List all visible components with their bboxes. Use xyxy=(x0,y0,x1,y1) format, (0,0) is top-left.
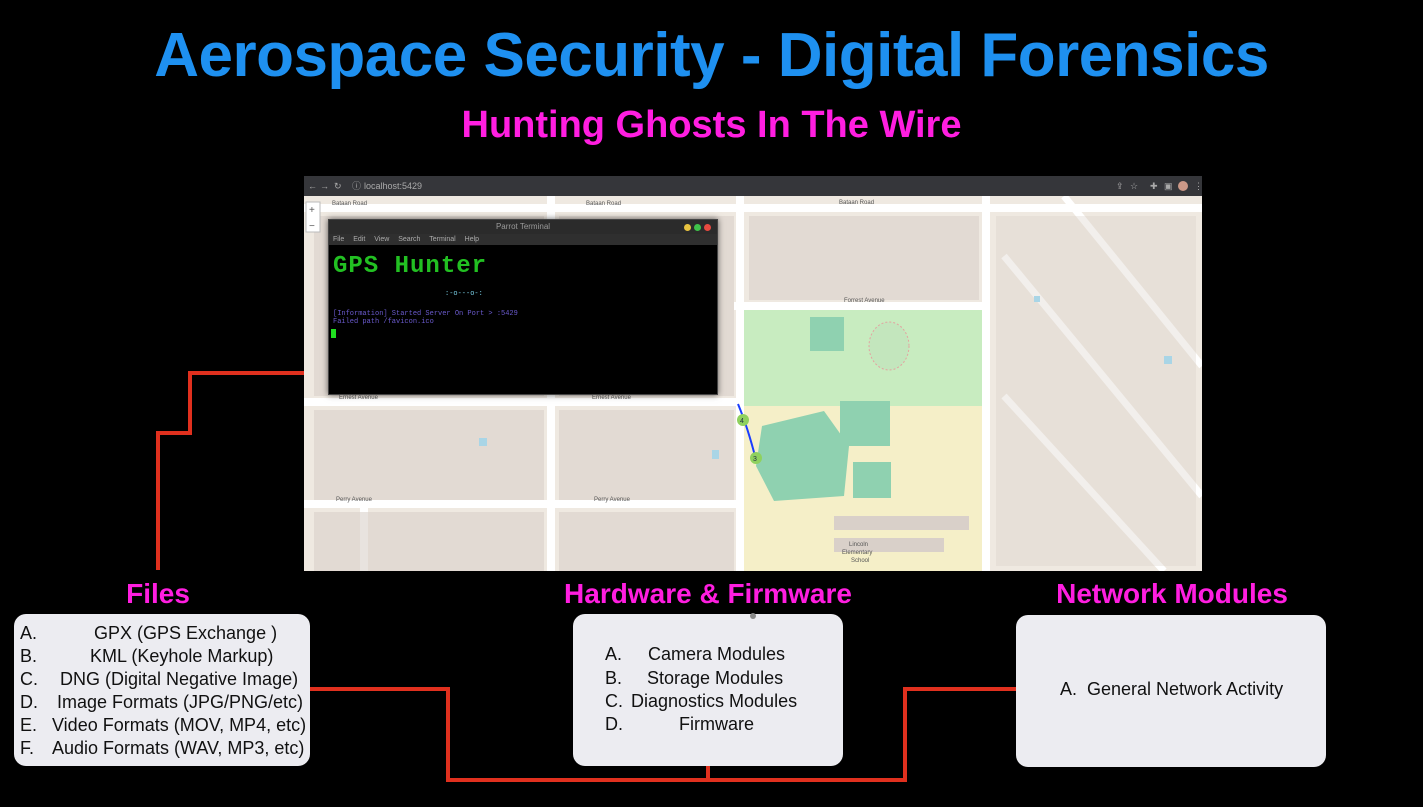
svg-text:Elementary: Elementary xyxy=(842,550,872,556)
network-box: A. General Network Activity xyxy=(1016,615,1326,767)
files-box: A. GPX (GPS Exchange ) B. KML (Keyhole Mar… xyxy=(14,614,310,766)
hardware-label: Hardware & Firmware xyxy=(564,578,852,609)
close-icon[interactable] xyxy=(704,224,711,231)
svg-text:Bataan Road: Bataan Road xyxy=(586,201,621,207)
svg-text:4: 4 xyxy=(740,418,744,425)
sidebar-icon[interactable]: ▣ xyxy=(1164,176,1173,196)
svg-text:Bataan Road: Bataan Road xyxy=(839,200,874,206)
svg-text:3: 3 xyxy=(753,456,757,463)
svg-text:Ernest Avenue: Ernest Avenue xyxy=(592,395,632,401)
forward-icon[interactable]: → xyxy=(320,176,329,196)
back-icon[interactable]: ← xyxy=(308,176,317,196)
terminal-menu: File Edit View Search Terminal Help xyxy=(329,234,717,245)
browser-toolbar: ← → ↻ ⓘ localhost:5429 ⇪ ☆ ✚ ▣ ⋮ xyxy=(304,176,1202,196)
minimize-icon[interactable] xyxy=(684,224,691,231)
svg-text:School: School xyxy=(851,558,869,564)
bookmark-star-icon[interactable]: ☆ xyxy=(1130,176,1138,196)
terminal-output[interactable]: GPS Hunter :-o---o-: [Information] Start… xyxy=(329,245,717,393)
network-label: Network Modules xyxy=(1056,578,1288,609)
terminal-cursor xyxy=(331,329,336,338)
menu-icon[interactable]: ⋮ xyxy=(1194,176,1202,196)
address-bar[interactable]: localhost:5429 xyxy=(364,176,422,196)
terminal-line: [Information] Started Server On Port > :… xyxy=(333,310,518,318)
terminal-line: Failed path /favicon.ico xyxy=(333,318,434,326)
connector-dot xyxy=(750,613,756,619)
hardware-box: A. Camera Modules B. Storage Modules C. Dia… xyxy=(573,614,843,766)
svg-text:Bataan Road: Bataan Road xyxy=(332,201,367,207)
menu-item-edit[interactable]: Edit xyxy=(353,236,365,243)
ascii-tail: :-o---o-: xyxy=(445,290,483,298)
svg-text:Perry Avenue: Perry Avenue xyxy=(336,497,373,503)
menu-item-terminal[interactable]: Terminal xyxy=(429,236,455,243)
reload-icon[interactable]: ↻ xyxy=(334,176,342,196)
extensions-icon[interactable]: ✚ xyxy=(1150,176,1158,196)
svg-text:Ernest Avenue: Ernest Avenue xyxy=(339,395,379,401)
svg-text:+: + xyxy=(309,205,315,216)
menu-item-view[interactable]: View xyxy=(374,236,389,243)
svg-text:Perry Avenue: Perry Avenue xyxy=(594,497,631,503)
terminal-title: Parrot Terminal xyxy=(495,222,551,231)
maximize-icon[interactable] xyxy=(694,224,701,231)
svg-text:Forrest Avenue: Forrest Avenue xyxy=(844,298,885,304)
menu-item-file[interactable]: File xyxy=(333,236,344,243)
svg-text:−: − xyxy=(309,221,315,232)
share-icon[interactable]: ⇪ xyxy=(1116,176,1124,196)
files-label: Files xyxy=(126,578,190,609)
avatar[interactable] xyxy=(1178,181,1188,191)
terminal-window[interactable]: Parrot Terminal File Edit View Search Te… xyxy=(328,219,718,395)
menu-item-help[interactable]: Help xyxy=(465,236,479,243)
terminal-titlebar: Parrot Terminal xyxy=(329,220,717,234)
menu-item-search[interactable]: Search xyxy=(398,236,420,243)
site-info-icon[interactable]: ⓘ xyxy=(352,176,361,196)
ascii-logo: GPS Hunter xyxy=(333,253,488,280)
svg-text:Lincoln: Lincoln xyxy=(849,542,868,548)
embedded-screenshot: ← → ↻ ⓘ localhost:5429 ⇪ ☆ ✚ ▣ ⋮ 4 3 + −… xyxy=(304,176,1202,571)
